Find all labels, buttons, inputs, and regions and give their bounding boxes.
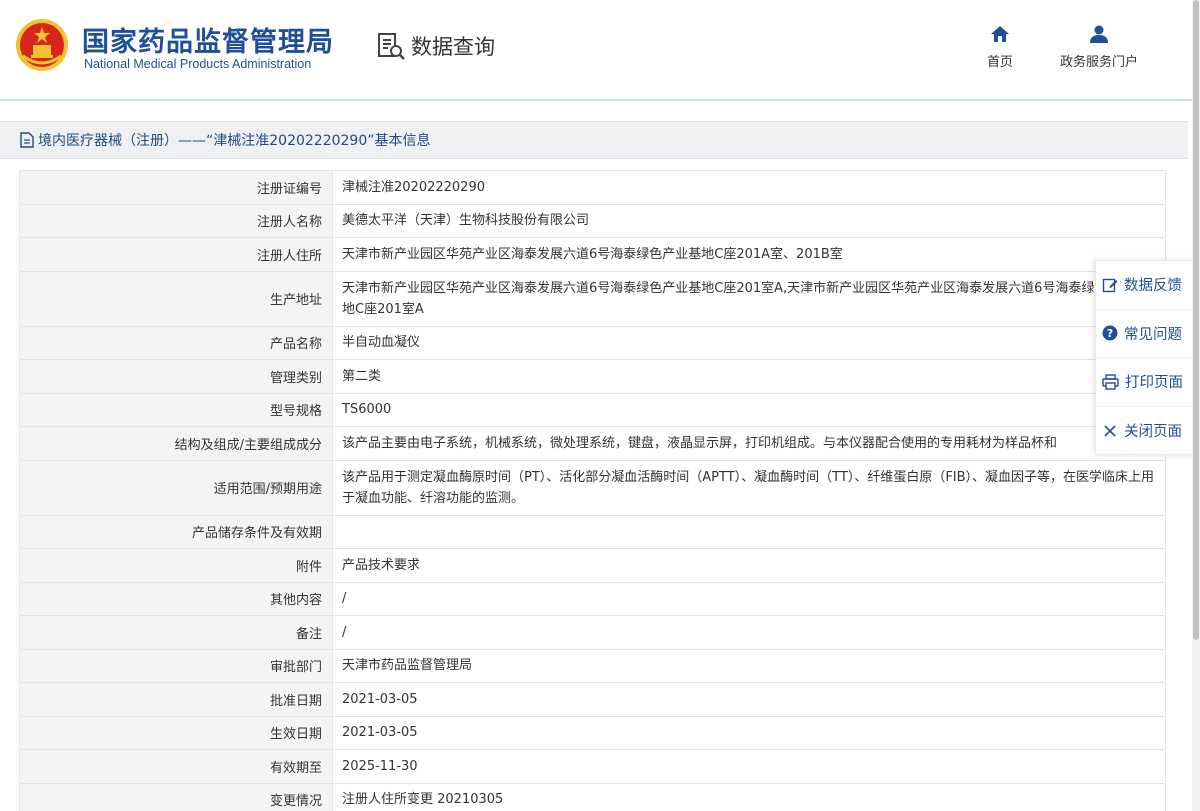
nav-home[interactable]: 首页	[987, 24, 1013, 70]
nav-home-label: 首页	[987, 55, 1014, 70]
table-row: 产品储存条件及有效期	[19, 514, 1166, 549]
field-label: 注册人名称	[19, 203, 333, 238]
table-row: 变更情况 注册人住所变更 20210305	[19, 782, 1166, 811]
field-label: 产品名称	[19, 325, 333, 360]
basic-info-table: 注册证编号 津械注准20202220290 注册人名称 美德太平洋（天津）生物科…	[19, 170, 1166, 811]
print-button[interactable]: 打印页面	[1096, 358, 1193, 407]
field-label: 型号规格	[19, 392, 333, 427]
field-value: 第二类	[332, 359, 1166, 394]
field-label: 变更情况	[19, 782, 333, 811]
table-row: 批准日期 2021-03-05	[19, 682, 1166, 717]
field-value: /	[332, 615, 1166, 650]
table-row: 有效期至 2025-11-30	[19, 749, 1166, 784]
svg-text:?: ?	[1107, 327, 1113, 340]
field-label: 产品储存条件及有效期	[19, 514, 333, 549]
field-label: 注册人住所	[19, 237, 333, 272]
field-label: 注册证编号	[19, 170, 333, 205]
field-label: 附件	[19, 548, 333, 583]
national-emblem-icon[interactable]	[15, 18, 69, 72]
field-value: 该产品用于测定凝血酶原时间（PT）、活化部分凝血活酶时间（APTT）、凝血酶时间…	[332, 459, 1166, 516]
table-row: 注册证编号 津械注准20202220290	[19, 170, 1166, 205]
field-label: 批准日期	[19, 682, 333, 717]
field-label: 其他内容	[19, 581, 333, 616]
field-label: 有效期至	[19, 749, 333, 784]
site-header: 国家药品监督管理局 National Medical Products Admi…	[0, 0, 1200, 101]
table-row: 管理类别 第二类	[19, 359, 1166, 394]
scrollbar-thumb[interactable]	[1193, 0, 1199, 640]
floating-tool-panel: 数据反馈 ? 常见问题 打印页面 关闭页面	[1095, 260, 1194, 455]
table-row: 生效日期 2021-03-05	[19, 715, 1166, 750]
field-value: 天津市药品监督管理局	[332, 648, 1166, 683]
detail-title: 境内医疗器械（注册）——“津械注准20202220290”基本信息	[38, 133, 431, 149]
field-label: 适用范围/预期用途	[19, 459, 333, 516]
faq-label: 常见问题	[1124, 326, 1182, 343]
table-row: 注册人名称 美德太平洋（天津）生物科技股份有限公司	[19, 203, 1166, 238]
field-value: 半自动血凝仪	[332, 325, 1166, 360]
nav-gov-service-portal[interactable]: 政务服务门户	[1060, 24, 1138, 70]
close-page-button[interactable]: 关闭页面	[1096, 407, 1193, 456]
field-value: 2021-03-05	[332, 682, 1166, 717]
table-row: 审批部门 天津市药品监督管理局	[19, 648, 1166, 683]
field-value: 2025-11-30	[332, 749, 1166, 784]
data-query-link[interactable]: 数据查询	[376, 31, 495, 61]
field-value: 津械注准20202220290	[332, 170, 1166, 205]
field-value: 该产品主要由电子系统，机械系统，微处理系统，键盘，液晶显示屏，打印机组成。与本仪…	[332, 426, 1166, 461]
table-row: 适用范围/预期用途 该产品用于测定凝血酶原时间（PT）、活化部分凝血活酶时间（A…	[19, 459, 1166, 516]
document-search-icon	[378, 33, 405, 60]
nav-portal-label: 政务服务门户	[1060, 55, 1139, 70]
field-label: 管理类别	[19, 359, 333, 394]
table-row: 其他内容 /	[19, 581, 1166, 616]
feedback-button[interactable]: 数据反馈	[1096, 261, 1193, 310]
field-label: 生产地址	[19, 270, 333, 327]
field-value: 天津市新产业园区华苑产业区海泰发展六道6号海泰绿色产业基地C座201A室、201…	[332, 237, 1166, 272]
table-row: 附件 产品技术要求	[19, 548, 1166, 583]
field-value: 天津市新产业园区华苑产业区海泰发展六道6号海泰绿色产业基地C座201室A,天津市…	[332, 270, 1166, 327]
table-row: 结构及组成/主要组成成分 该产品主要由电子系统，机械系统，微处理系统，键盘，液晶…	[19, 426, 1166, 461]
table-row: 生产地址 天津市新产业园区华苑产业区海泰发展六道6号海泰绿色产业基地C座201室…	[19, 270, 1166, 327]
edit-icon	[1102, 278, 1118, 292]
field-value	[332, 514, 1166, 549]
field-label: 生效日期	[19, 715, 333, 750]
home-icon	[991, 26, 1009, 42]
data-query-label: 数据查询	[411, 35, 495, 59]
field-label: 结构及组成/主要组成成分	[19, 426, 333, 461]
detail-title-bar: 境内医疗器械（注册）——“津械注准20202220290”基本信息	[0, 121, 1188, 159]
print-label: 打印页面	[1125, 375, 1183, 392]
user-icon	[1090, 25, 1108, 43]
faq-button[interactable]: ? 常见问题	[1096, 310, 1193, 358]
page-scrollbar[interactable]	[1192, 0, 1200, 811]
field-value: 产品技术要求	[332, 548, 1166, 583]
field-label: 审批部门	[19, 648, 333, 683]
question-icon: ?	[1102, 325, 1118, 341]
field-value: TS6000	[332, 392, 1166, 427]
brand-title-cn[interactable]: 国家药品监督管理局	[82, 20, 334, 59]
field-value: /	[332, 581, 1166, 616]
document-icon	[20, 132, 34, 148]
field-value: 美德太平洋（天津）生物科技股份有限公司	[332, 203, 1166, 238]
printer-icon	[1102, 374, 1119, 390]
table-row: 注册人住所 天津市新产业园区华苑产业区海泰发展六道6号海泰绿色产业基地C座201…	[19, 237, 1166, 272]
table-row: 产品名称 半自动血凝仪	[19, 325, 1166, 360]
table-row: 备注 /	[19, 615, 1166, 650]
feedback-label: 数据反馈	[1124, 278, 1182, 295]
field-label: 备注	[19, 615, 333, 650]
brand-title-en[interactable]: National Medical Products Administration	[84, 57, 311, 71]
field-value: 2021-03-05	[332, 715, 1166, 750]
close-icon	[1104, 425, 1116, 437]
table-row: 型号规格 TS6000	[19, 392, 1166, 427]
close-page-label: 关闭页面	[1124, 424, 1182, 441]
field-value: 注册人住所变更 20210305	[332, 782, 1166, 811]
